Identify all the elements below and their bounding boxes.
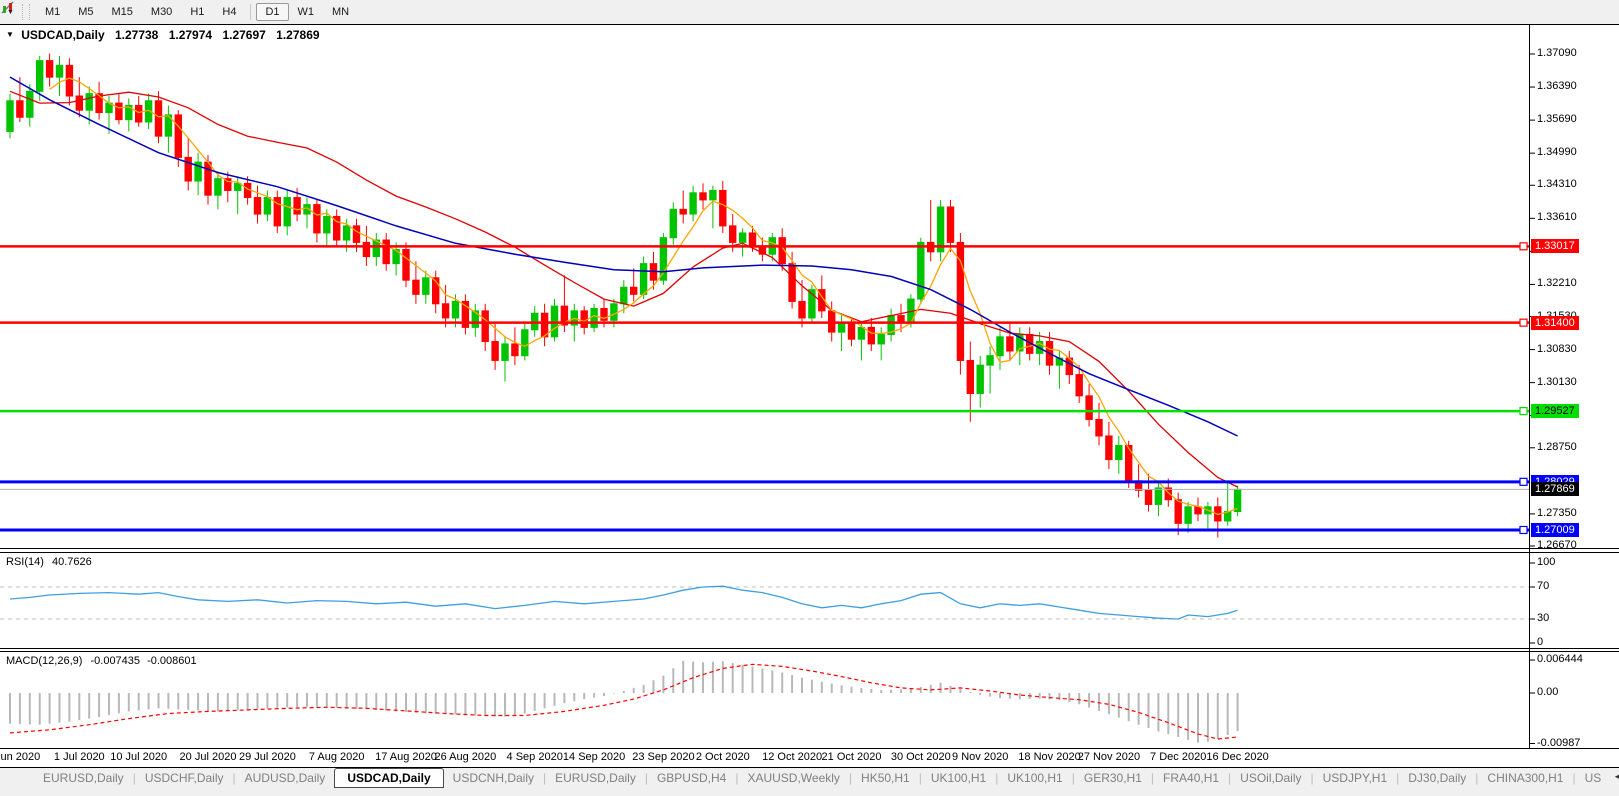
- date-tick: 30 Oct 2020: [891, 751, 951, 763]
- price-tick: 1.27350: [1537, 507, 1577, 519]
- price-tick: 1.28750: [1537, 441, 1577, 453]
- title-marker-icon: ▼: [6, 30, 14, 39]
- macd-label: MACD(12,26,9) -0.007435 -0.008601: [6, 655, 197, 667]
- date-tick: 7 Aug 2020: [309, 751, 365, 763]
- rsi-tick: 100: [1537, 556, 1555, 568]
- hline-price-badge: 1.27009: [1531, 523, 1579, 537]
- date-tick: 26 Aug 2020: [434, 751, 496, 763]
- price-tick: 1.33610: [1537, 211, 1577, 223]
- chart-cursor-icon: [0, 0, 16, 16]
- date-tick: 18 Nov 2020: [1018, 751, 1080, 763]
- hline-price-badge: 1.31400: [1531, 316, 1579, 330]
- macd-tick: 0.00: [1537, 686, 1558, 698]
- macd-signal-value: -0.008601: [147, 655, 197, 667]
- price-tick: 1.37090: [1537, 47, 1577, 59]
- date-tick: 17 Aug 2020: [375, 751, 437, 763]
- macd-value: -0.007435: [90, 655, 140, 667]
- price-tick: 1.34990: [1537, 146, 1577, 158]
- macd-name: MACD(12,26,9): [6, 655, 82, 667]
- date-tick: 23 Sep 2020: [632, 751, 694, 763]
- price-tick: 1.36390: [1537, 80, 1577, 92]
- hline-price-badge: 1.29527: [1531, 404, 1579, 418]
- macd-tick: -0.00987: [1537, 737, 1580, 749]
- price-tick: 1.26670: [1537, 539, 1577, 551]
- hline-price-badge: 1.33017: [1531, 239, 1579, 253]
- mt4-terminal: { "toolbar": { "timeframes": ["M1","M5",…: [0, 0, 1619, 796]
- date-tick: 29 Jul 2020: [239, 751, 296, 763]
- date-tick: 12 Oct 2020: [762, 751, 822, 763]
- chart-title: ▼ USDCAD,Daily 1.27738 1.27974 1.27697 1…: [6, 28, 320, 42]
- rsi-tick: 30: [1537, 612, 1549, 624]
- price-tick: 1.32210: [1537, 277, 1577, 289]
- rsi-name: RSI(14): [6, 556, 44, 568]
- macd-tick: 0.006444: [1537, 653, 1583, 665]
- rsi-tick: 0: [1537, 636, 1543, 648]
- date-tick: 2 Oct 2020: [696, 751, 750, 763]
- date-tick: 22 Jun 2020: [0, 751, 40, 763]
- date-tick: 20 Jul 2020: [180, 751, 237, 763]
- chart-canvas[interactable]: [0, 0, 1619, 796]
- price-tick: 1.30130: [1537, 376, 1577, 388]
- price-tick: 1.35690: [1537, 113, 1577, 125]
- date-tick: 27 Nov 2020: [1078, 751, 1140, 763]
- ohlc-low: 1.27697: [222, 28, 265, 42]
- date-tick: 7 Dec 2020: [1150, 751, 1206, 763]
- rsi-label: RSI(14) 40.7626: [6, 556, 92, 568]
- chart-symbol: USDCAD,Daily: [21, 28, 104, 42]
- date-tick: 9 Nov 2020: [952, 751, 1008, 763]
- price-tick: 1.34310: [1537, 178, 1577, 190]
- price-tick: 1.30830: [1537, 343, 1577, 355]
- rsi-tick: 70: [1537, 580, 1549, 592]
- ohlc-open: 1.27738: [115, 28, 158, 42]
- date-tick: 14 Sep 2020: [563, 751, 625, 763]
- current-price-badge: 1.27869: [1531, 482, 1579, 496]
- date-tick: 16 Dec 2020: [1206, 751, 1268, 763]
- date-tick: 10 Jul 2020: [110, 751, 167, 763]
- ohlc-close: 1.27869: [276, 28, 319, 42]
- date-tick: 1 Jul 2020: [54, 751, 105, 763]
- date-tick: 21 Oct 2020: [822, 751, 882, 763]
- date-tick: 4 Sep 2020: [507, 751, 563, 763]
- rsi-value: 40.7626: [52, 556, 92, 568]
- cursor-tool-button[interactable]: ▼: [0, 9, 18, 16]
- ohlc-high: 1.27974: [169, 28, 212, 42]
